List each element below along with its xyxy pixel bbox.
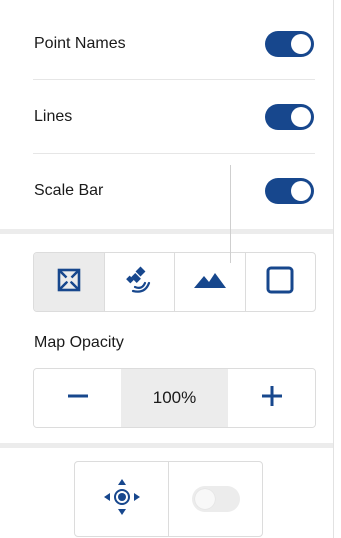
location-controls bbox=[74, 461, 263, 537]
toggle-label-scale-bar: Scale Bar bbox=[34, 182, 104, 199]
terrain-icon bbox=[193, 270, 227, 295]
map-frame-icon bbox=[57, 268, 81, 297]
toggle-label-lines: Lines bbox=[34, 108, 73, 125]
opacity-stepper: 100% bbox=[33, 368, 316, 428]
panel-edge bbox=[333, 0, 334, 538]
satellite-icon bbox=[124, 266, 154, 299]
opacity-decrease-button[interactable] bbox=[34, 369, 121, 427]
location-toggle-cell bbox=[169, 462, 262, 536]
point-names-toggle[interactable] bbox=[265, 31, 314, 57]
map-style-satellite-button[interactable] bbox=[105, 253, 175, 311]
map-opacity-title: Map Opacity bbox=[34, 334, 124, 351]
location-toggle[interactable] bbox=[191, 486, 240, 512]
plus-icon bbox=[261, 385, 283, 412]
lines-toggle[interactable] bbox=[265, 104, 314, 130]
map-style-frame-button[interactable] bbox=[34, 253, 105, 311]
section-divider bbox=[0, 229, 334, 234]
leader-line bbox=[230, 165, 231, 263]
blank-square-icon bbox=[265, 265, 295, 300]
map-style-terrain-button[interactable] bbox=[175, 253, 246, 311]
map-style-blank-button[interactable] bbox=[246, 253, 316, 311]
opacity-increase-button[interactable] bbox=[228, 369, 315, 427]
opacity-value: 100% bbox=[121, 369, 228, 427]
toggle-row-point-names[interactable]: Point Names bbox=[0, 7, 334, 81]
toggle-knob bbox=[291, 34, 311, 54]
section-divider bbox=[0, 443, 334, 448]
toggle-knob bbox=[194, 489, 215, 509]
locate-icon bbox=[102, 477, 142, 522]
locate-button[interactable] bbox=[75, 462, 169, 536]
toggle-knob bbox=[291, 181, 311, 201]
layer-settings-panel: Point Names Lines Scale Bar Map Opacity … bbox=[0, 0, 334, 538]
scale-bar-toggle[interactable] bbox=[265, 178, 314, 204]
toggle-row-lines[interactable]: Lines bbox=[0, 80, 334, 154]
toggle-knob bbox=[291, 107, 311, 127]
toggle-row-scale-bar[interactable]: Scale Bar bbox=[0, 154, 334, 228]
toggle-label-point-names: Point Names bbox=[34, 35, 126, 52]
minus-icon bbox=[67, 385, 89, 412]
map-style-selector bbox=[33, 252, 316, 312]
